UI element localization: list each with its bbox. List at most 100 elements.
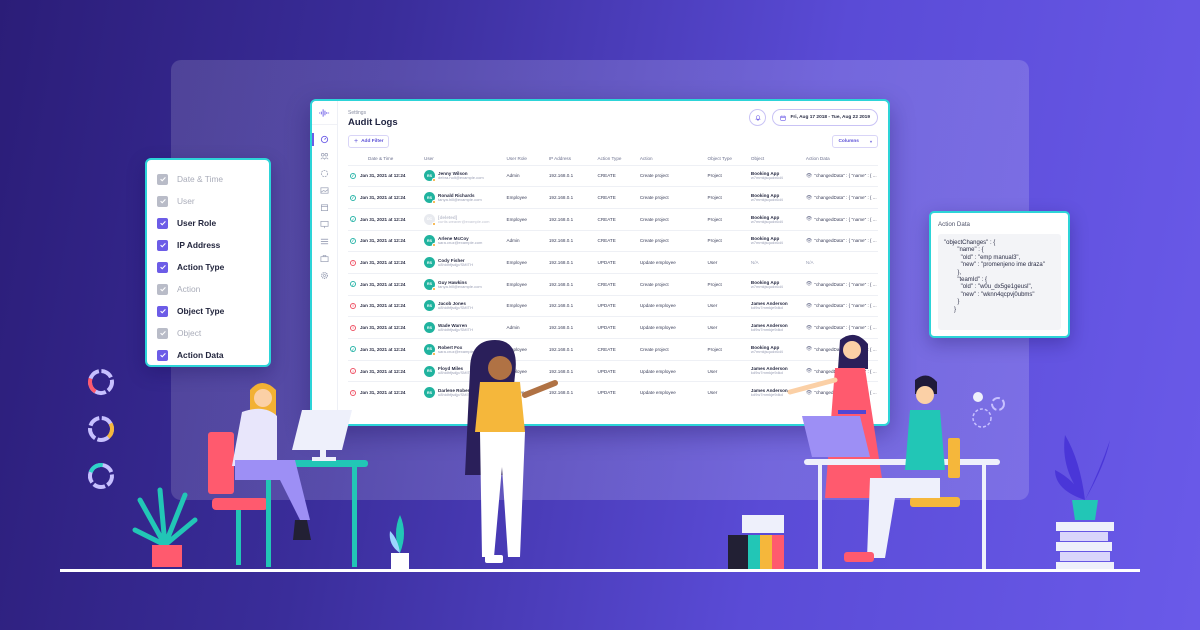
eye-icon[interactable]: 👁 bbox=[806, 238, 812, 244]
user-cell: DC [deleted] curtis.weaver@example.com bbox=[422, 207, 505, 231]
datetime-cell: ✓ Jan 31, 2021 at 12:24 bbox=[348, 186, 423, 209]
column-toggle[interactable]: Object Type bbox=[157, 300, 259, 322]
sidebar-item-list[interactable] bbox=[312, 233, 338, 250]
object-type-cell: User bbox=[705, 251, 749, 274]
avatar: RS bbox=[424, 343, 437, 356]
datetime: Jan 31, 2021 at 12:24 bbox=[360, 346, 406, 352]
column-header[interactable]: Action bbox=[638, 153, 706, 165]
table-row[interactable]: ✓ Jan 31, 2021 at 12:24 RS Arlene McCoy … bbox=[348, 229, 878, 252]
eye-icon[interactable]: 👁 bbox=[806, 216, 812, 222]
column-toggle: Date & Time bbox=[157, 168, 259, 190]
column-toggle[interactable]: IP Address bbox=[157, 234, 259, 256]
column-toggle[interactable]: Action Type bbox=[157, 256, 259, 278]
eye-icon[interactable]: 👁 bbox=[806, 281, 812, 287]
object-type-cell: Project bbox=[705, 207, 749, 231]
checkbox[interactable] bbox=[157, 239, 168, 251]
columns-dropdown[interactable]: Columns ▾ bbox=[832, 135, 878, 148]
notifications-button[interactable] bbox=[749, 109, 767, 126]
avatar: RS bbox=[424, 365, 436, 377]
action-type-cell: CREATE bbox=[595, 338, 638, 361]
action-data-cell[interactable]: 👁"changedData" : { "name" : { ... bbox=[803, 272, 878, 296]
table-row[interactable]: ✓ Jan 31, 2021 at 12:24 DC [deleted] cur… bbox=[348, 207, 878, 231]
role-cell: Employee bbox=[504, 272, 547, 296]
column-toggle[interactable]: Action Data bbox=[157, 344, 259, 366]
eye-icon[interactable]: 👁 bbox=[806, 173, 812, 179]
action-data-preview: "changedData" : { "name" : { ... bbox=[814, 281, 877, 287]
object-id: w7mmkjsqudx6d4 bbox=[750, 240, 783, 246]
chevron-down-icon: ▾ bbox=[869, 139, 872, 144]
action-data-preview: "changedData" : { "name" : { ... bbox=[814, 195, 877, 201]
action-type-cell: UPDATE bbox=[595, 294, 638, 317]
action-data-cell[interactable]: 👁"changedData" : { "name" : { ... bbox=[803, 164, 878, 187]
column-header[interactable]: IP Address bbox=[547, 153, 596, 165]
sidebar-item-integrations[interactable] bbox=[312, 165, 338, 182]
user-email: u8hidhfjsdjp/SMITH bbox=[438, 305, 473, 311]
column-picker-panel: Date & Time User User Role IP Address Ac… bbox=[145, 158, 271, 367]
sidebar-item-gallery[interactable] bbox=[312, 182, 338, 199]
sidebar-item-calendar[interactable] bbox=[312, 199, 338, 216]
table-row[interactable]: ! Jan 31, 2021 at 12:24 RS Cody Fisher u… bbox=[348, 251, 878, 274]
eye-icon[interactable]: 👁 bbox=[806, 303, 812, 309]
action-data-cell[interactable]: 👁"changedData" : { "name" : { ... bbox=[803, 294, 878, 317]
object-type-cell: Project bbox=[705, 164, 749, 187]
sidebar-item-dashboard[interactable] bbox=[312, 131, 338, 148]
success-check-icon: ✓ bbox=[350, 346, 356, 353]
ip-cell: 192.168.0.1 bbox=[546, 316, 596, 339]
column-header[interactable]: Action Type bbox=[596, 153, 638, 165]
object-cell: James Anderson kd9w7mmkje9dkd bbox=[748, 294, 804, 317]
checkbox[interactable] bbox=[157, 217, 168, 229]
column-header[interactable]: User Role bbox=[505, 153, 547, 165]
checkbox bbox=[157, 173, 168, 185]
table-row[interactable]: ✓ Jan 31, 2021 at 12:24 RS Jenny Wilson … bbox=[348, 164, 878, 187]
action-data-cell[interactable]: 👁"changedData" : { "name" : { ... bbox=[803, 229, 878, 252]
datetime: Jan 31, 2021 at 12:24 bbox=[360, 195, 406, 201]
eye-icon[interactable]: 👁 bbox=[806, 195, 812, 201]
action-data-cell[interactable]: 👁"changedData" : { "name" : { ... bbox=[803, 186, 878, 209]
sidebar-item-display[interactable] bbox=[312, 216, 338, 233]
checkbox[interactable] bbox=[157, 305, 168, 317]
action-data-cell[interactable]: 👁"changedData" : { "name" : { ... bbox=[803, 207, 878, 231]
column-header[interactable]: Date & Time bbox=[348, 153, 422, 165]
checkbox bbox=[157, 195, 168, 207]
ip-cell: 192.168.0.1 bbox=[546, 272, 596, 296]
datetime-cell: ✓ Jan 31, 2021 at 12:24 bbox=[348, 229, 423, 252]
checkbox[interactable] bbox=[157, 261, 168, 273]
sidebar-item-users[interactable] bbox=[312, 148, 338, 165]
action-cell: Update employee bbox=[637, 316, 706, 339]
column-header[interactable]: User bbox=[422, 153, 505, 165]
table-row[interactable]: ✓ Jan 31, 2021 at 12:24 RS Ronald Richar… bbox=[348, 186, 878, 209]
plant-left-icon bbox=[132, 487, 198, 567]
sidebar-item-briefcase[interactable] bbox=[312, 250, 338, 267]
badge-dot-icon bbox=[432, 200, 437, 205]
table-row[interactable]: ✓ Jan 31, 2021 at 12:24 RS Guy Hawkins t… bbox=[348, 272, 878, 296]
user-cell: RS Jenny Wilson debra.holt@example.com bbox=[422, 164, 505, 187]
checkbox[interactable] bbox=[157, 349, 168, 361]
column-toggle[interactable]: User Role bbox=[157, 212, 259, 234]
avatar: RS bbox=[424, 300, 436, 312]
add-filter-button[interactable]: + Add Filter bbox=[348, 135, 390, 148]
action-cell: Create project bbox=[637, 338, 706, 361]
datetime-cell: ! Jan 31, 2021 at 12:24 bbox=[348, 294, 423, 317]
object-cell: Booking App w7mmkjsqudx6d4 bbox=[748, 229, 804, 252]
column-toggle-label: IP Address bbox=[177, 240, 221, 250]
table-row[interactable]: ! Jan 31, 2021 at 12:24 RS Jacob Jones u… bbox=[348, 294, 878, 317]
column-header[interactable]: Action Data bbox=[804, 153, 878, 165]
calendar-icon bbox=[320, 204, 329, 212]
date-range-picker[interactable]: Fri, Aug 17 2018 - Tue, Aug 22 2019 bbox=[772, 109, 878, 126]
role-cell: Admin bbox=[504, 229, 547, 252]
role-cell: Employee bbox=[504, 251, 547, 274]
action-type-cell: CREATE bbox=[595, 207, 638, 231]
column-header[interactable]: Object bbox=[749, 153, 804, 165]
datetime: Jan 31, 2021 at 12:24 bbox=[360, 260, 406, 266]
object-id: w7mmkjsqudx6d4 bbox=[750, 218, 783, 224]
gear-icon bbox=[973, 392, 983, 402]
user-email: curtis.weaver@example.com bbox=[438, 218, 490, 224]
column-header[interactable]: Object Type bbox=[706, 153, 749, 165]
action-data-cell[interactable]: N/A bbox=[803, 251, 878, 274]
sidebar-item-settings[interactable] bbox=[312, 267, 338, 284]
avatar-initials: RS bbox=[427, 303, 433, 308]
list-icon bbox=[320, 238, 329, 245]
warning-alert-icon: ! bbox=[350, 324, 356, 331]
badge-dot-icon bbox=[432, 178, 437, 183]
users-icon bbox=[320, 152, 329, 160]
